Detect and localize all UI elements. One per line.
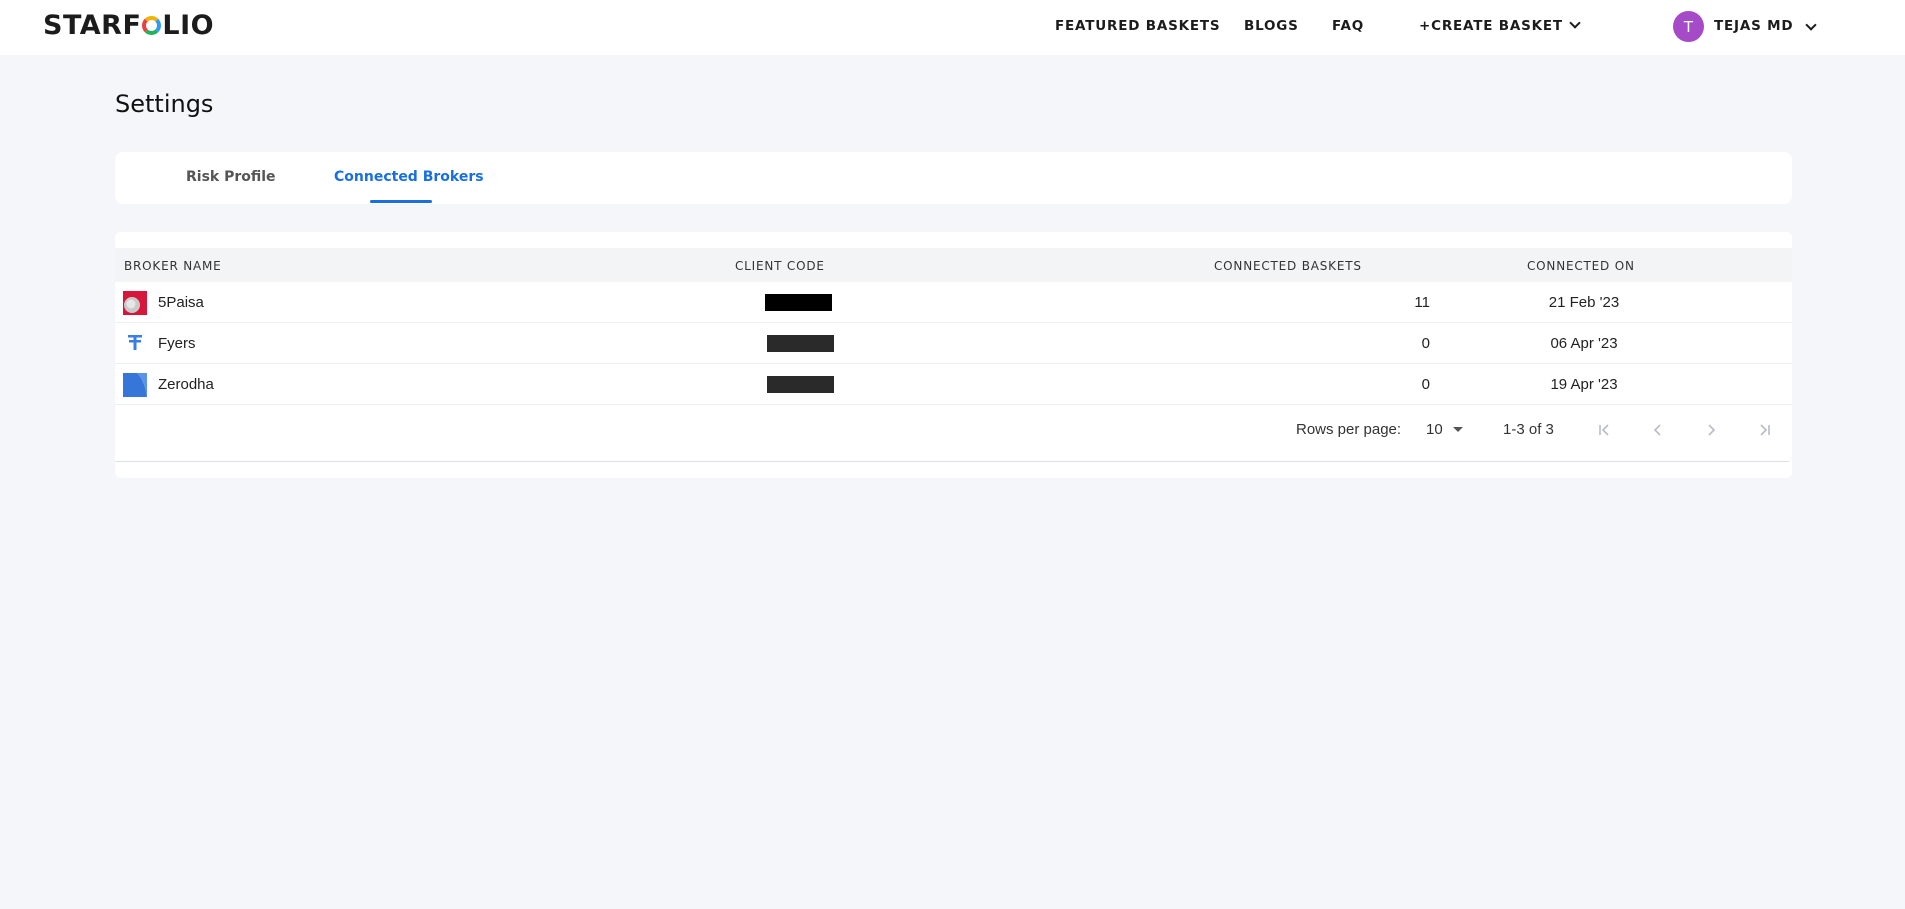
connected-baskets-count: 0 (1421, 335, 1430, 352)
settings-tabs: Risk Profile Connected Brokers (115, 152, 1792, 204)
chevron-left-icon (1653, 424, 1661, 436)
next-page-button[interactable] (1699, 418, 1723, 442)
nav-blogs[interactable]: BLOGS (1244, 18, 1299, 34)
last-page-icon (1760, 424, 1770, 436)
client-code-redacted (767, 376, 834, 393)
connected-on-date: 21 Feb '23 (1548, 294, 1620, 311)
column-header-connected-on[interactable]: CONNECTED ON (1527, 259, 1635, 273)
pagination-range: 1-3 of 3 (1503, 421, 1554, 438)
column-header-connected-baskets[interactable]: CONNECTED BASKETS (1214, 259, 1362, 273)
broker-name: Zerodha (158, 376, 214, 393)
tab-risk-profile[interactable]: Risk Profile (186, 169, 276, 185)
connected-on-date: 06 Apr '23 (1550, 335, 1618, 352)
table-row[interactable]: Fyers 0 06 Apr '23 (115, 323, 1792, 364)
5paisa-logo-icon (123, 291, 147, 315)
rows-per-page-select[interactable]: 10 (1426, 421, 1463, 438)
nav-featured-baskets[interactable]: FEATURED BASKETS (1055, 18, 1220, 34)
column-header-broker-name[interactable]: BROKER NAME (124, 259, 222, 273)
zerodha-logo-icon (123, 373, 147, 397)
logo-ring-icon (142, 15, 162, 35)
avatar[interactable]: T (1673, 11, 1704, 42)
broker-name: Fyers (158, 335, 196, 352)
nav-create-basket[interactable]: +CREATE BASKET (1419, 17, 1581, 34)
first-page-button[interactable] (1593, 418, 1617, 442)
user-name[interactable]: TEJAS MD (1714, 18, 1793, 34)
connected-baskets-count: 0 (1421, 376, 1430, 393)
rows-per-page-label: Rows per page: (1296, 421, 1402, 438)
last-page-button[interactable] (1752, 418, 1776, 442)
client-code-redacted (765, 294, 832, 311)
table-header: BROKER NAME CLIENT CODE CONNECTED BASKET… (115, 248, 1792, 282)
dropdown-arrow-icon (1452, 427, 1463, 432)
chevron-right-icon (1708, 424, 1716, 436)
previous-page-button[interactable] (1646, 418, 1670, 442)
brokers-table: BROKER NAME CLIENT CODE CONNECTED BASKET… (115, 232, 1792, 478)
connected-on-date: 19 Apr '23 (1550, 376, 1618, 393)
logo-text-end: LIO (162, 9, 215, 41)
first-page-icon (1599, 424, 1609, 436)
starfolio-logo[interactable]: STARF LIO (43, 9, 215, 41)
broker-name: 5Paisa (158, 294, 204, 311)
column-header-client-code[interactable]: CLIENT CODE (735, 259, 825, 273)
page-title: Settings (115, 90, 214, 118)
user-menu-chevron-down-icon[interactable] (1805, 19, 1817, 37)
table-footer-divider (115, 461, 1789, 462)
logo-text-start: STARF (43, 9, 142, 41)
rows-per-page-value: 10 (1426, 421, 1443, 438)
nav-faq[interactable]: FAQ (1332, 18, 1364, 34)
table-row[interactable]: 5Paisa 11 21 Feb '23 (115, 282, 1792, 323)
tab-connected-brokers[interactable]: Connected Brokers (334, 169, 484, 185)
client-code-redacted (767, 335, 834, 352)
active-tab-indicator (370, 200, 432, 203)
top-navbar: STARF LIO FEATURED BASKETS BLOGS FAQ +CRE… (0, 0, 1905, 55)
connected-baskets-count: 11 (1414, 294, 1430, 311)
chevron-down-icon (1569, 17, 1581, 29)
fyers-logo-icon (128, 335, 142, 350)
create-basket-label: +CREATE BASKET (1419, 18, 1563, 34)
table-row[interactable]: Zerodha 0 19 Apr '23 (115, 364, 1792, 405)
